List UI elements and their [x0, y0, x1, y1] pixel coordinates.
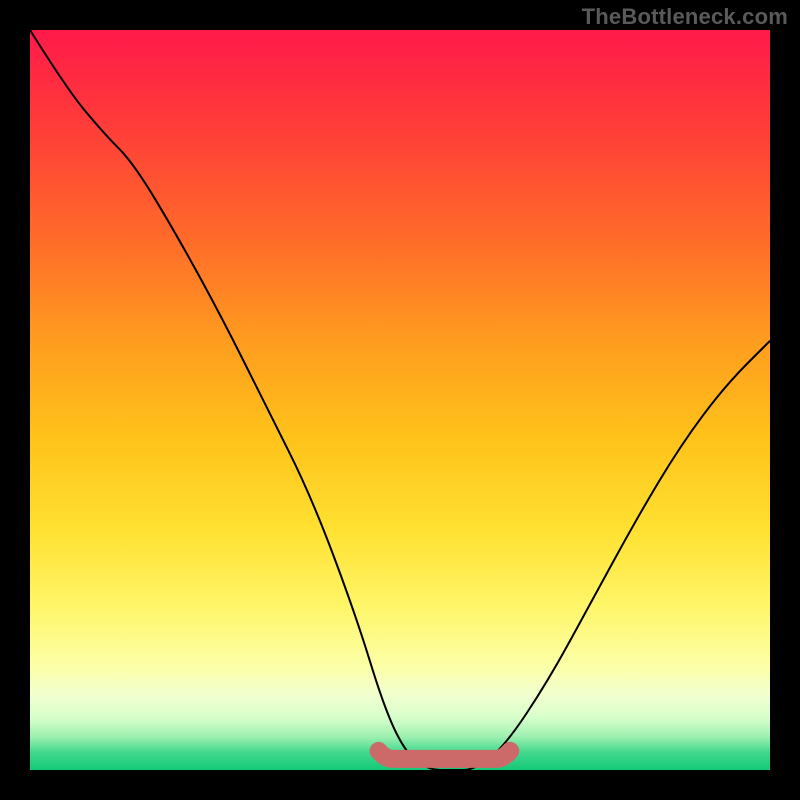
watermark-text: TheBottleneck.com [582, 4, 788, 30]
plot-area [30, 30, 770, 770]
basin-marker [379, 751, 511, 759]
bottleneck-curve [30, 30, 770, 770]
chart-frame: TheBottleneck.com [0, 0, 800, 800]
curve-layer [30, 30, 770, 770]
